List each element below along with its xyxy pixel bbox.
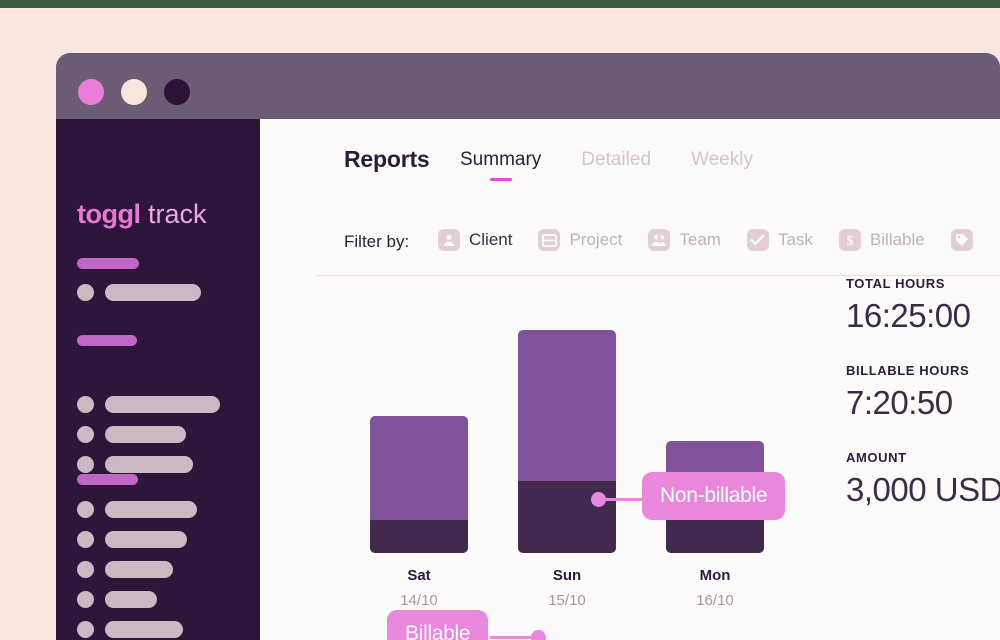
sidebar-item-icon [77, 621, 94, 638]
sidebar-item-label [105, 284, 201, 301]
tag-icon [950, 229, 973, 251]
tab-summary[interactable]: Summary [460, 149, 541, 181]
report-tabs: Summary Detailed Weekly [460, 149, 753, 181]
main-content: Reports Summary Detailed Weekly Filter by:… [260, 119, 1000, 640]
stat-value: 3,000 USD [846, 471, 1000, 508]
stat-label: TOTAL HOURS [846, 276, 946, 291]
table-row[interactable] [370, 416, 468, 553]
page-title: Reports [344, 146, 430, 172]
sidebar-group-heading [77, 474, 138, 485]
app-window: toggl track Reports Summary Detailed Weekl… [56, 53, 1000, 640]
filter-task[interactable]: Task [746, 229, 813, 251]
folder-icon [538, 229, 561, 251]
x-axis-sublabel: 14/10 [400, 592, 438, 609]
sidebar-item-icon [77, 501, 94, 518]
filter-bar: Filter by: Client Project Team Task $ Billabl… [260, 215, 1000, 275]
bar-segment-non-billable[interactable] [518, 330, 616, 481]
filter-project[interactable]: Project [538, 229, 622, 251]
filter-by-label: Filter by: [344, 232, 410, 251]
bar-segment-billable[interactable] [370, 520, 468, 553]
sidebar-item[interactable] [77, 426, 186, 443]
sidebar-item-label [105, 531, 187, 548]
filter-label: Project [569, 230, 623, 249]
toggl-track-logo[interactable]: toggl track [77, 199, 207, 230]
annotation-non-billable[interactable]: Non-billable [642, 472, 786, 520]
sidebar-item[interactable] [77, 531, 187, 548]
sidebar-item[interactable] [77, 561, 173, 578]
annotation-line-billable [490, 636, 536, 639]
stat-value: 7:20:50 [846, 384, 953, 421]
filter-label: Task [777, 230, 813, 249]
x-axis-sublabel: 16/10 [696, 592, 734, 609]
sidebar-item[interactable] [77, 501, 197, 518]
summary-stats: TOTAL HOURS 16:25:00 BILLABLE HOURS 7:20:50… [846, 276, 1000, 537]
maximize-dot[interactable] [164, 79, 190, 105]
filter-team[interactable]: Team [648, 229, 721, 251]
filter-options: Client Project Team Task $ Billable [438, 229, 982, 251]
minimize-dot[interactable] [121, 79, 147, 105]
sidebar-item-icon [77, 396, 94, 413]
stat-label: AMOUNT [846, 450, 907, 465]
logo-track-text: track [140, 199, 207, 229]
sidebar-item[interactable] [77, 621, 183, 638]
stat-label: BILLABLE HOURS [846, 363, 970, 378]
annotation-billable[interactable]: Billable [387, 610, 489, 640]
window-titlebar [56, 53, 1000, 119]
bar-segment-non-billable[interactable] [370, 416, 468, 520]
annotation-line-non-billable [601, 498, 647, 501]
svg-text:$: $ [846, 234, 853, 248]
close-dot[interactable] [78, 79, 104, 105]
people-icon [648, 229, 671, 251]
sidebar-item-label [105, 561, 173, 578]
stat-value: 16:25:00 [846, 297, 971, 334]
stat-block: TOTAL HOURS 16:25:00 [846, 276, 1000, 335]
sidebar-item-icon [77, 531, 94, 548]
sidebar-item-label [105, 591, 157, 608]
x-axis-label: Sun [552, 567, 582, 584]
filter-client[interactable]: Client [438, 229, 512, 251]
filter-billable[interactable]: $ Billable [838, 229, 925, 251]
sidebar-item[interactable] [77, 396, 220, 413]
filter-label: Billable [869, 230, 925, 249]
sidebar-item[interactable] [77, 591, 157, 608]
sidebar-item-label [105, 621, 183, 638]
sidebar-item-label [105, 396, 220, 413]
sidebar: toggl track [56, 119, 260, 640]
x-axis-label: Sat [407, 567, 431, 584]
filter-tag[interactable] [950, 229, 982, 251]
stat-block: BILLABLE HOURS 7:20:50 [846, 363, 1000, 422]
tab-weekly[interactable]: Weekly [691, 149, 753, 181]
sidebar-item-icon [77, 591, 94, 608]
filter-label: Team [679, 230, 721, 249]
sidebar-item-icon [77, 456, 94, 473]
sidebar-item-icon [77, 426, 94, 443]
tab-detailed[interactable]: Detailed [581, 149, 651, 181]
sidebar-group-heading [77, 335, 137, 346]
sidebar-item[interactable] [77, 284, 201, 301]
sidebar-item-label [105, 426, 186, 443]
dollar-icon: $ [838, 229, 861, 251]
summary-bar-chart: Sat 14/10 Sun 15/10 Mon 16/10 Non-billable Bill… [260, 276, 786, 640]
sidebar-item-icon [77, 561, 94, 578]
table-row[interactable] [518, 330, 616, 553]
x-axis-label: Mon [699, 567, 731, 584]
logo-toggl-text: toggl [77, 199, 141, 229]
x-axis-sublabel: 15/10 [548, 592, 586, 609]
sidebar-item-label [105, 456, 193, 473]
sidebar-group-heading [77, 258, 139, 269]
top-accent-strip [0, 0, 1000, 8]
filter-label: Client [469, 230, 513, 249]
person-icon [438, 229, 460, 251]
check-icon [746, 229, 769, 251]
content-header: Reports Summary Detailed Weekly [260, 119, 1000, 215]
sidebar-item[interactable] [77, 456, 193, 473]
sidebar-item-icon [77, 284, 94, 301]
sidebar-item-label [105, 501, 197, 518]
stat-block: AMOUNT 3,000 USD [846, 450, 1000, 509]
